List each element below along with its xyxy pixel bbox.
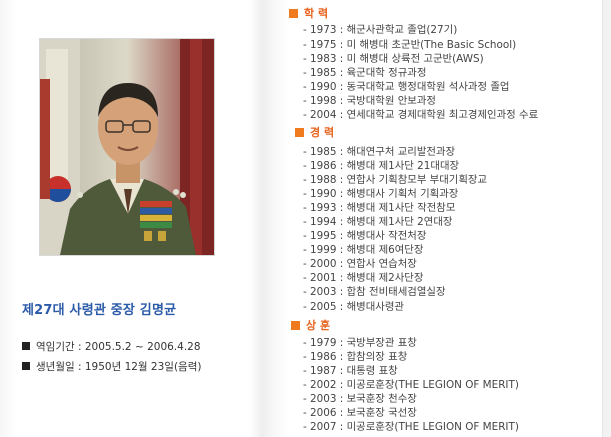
orange-square-icon [295, 128, 304, 137]
awards-heading-label: 상 훈 [306, 319, 331, 332]
list-item: - 1973 : 해군사관학교 졸업(27기) [303, 24, 458, 36]
list-item: - 1975 : 미 해병대 초군반(The Basic School) [303, 39, 517, 51]
list-item: - 2006 : 보국훈장 국선장 [303, 407, 417, 419]
list-item: - 1995 : 해병대사 작전처장 [303, 230, 427, 242]
awards-heading: 상 훈 [291, 317, 330, 333]
career-heading: 경 력 [295, 124, 334, 140]
orange-square-icon [291, 321, 300, 330]
list-item: - 2000 : 연합사 연습처장 [303, 258, 417, 270]
tenure-line: 역임기간 : 2005.5.2 ~ 2006.4.28 [22, 339, 201, 354]
list-item: - 1990 : 동국대학교 행정대학원 석사과정 졸업 [303, 81, 510, 93]
list-item: - 2005 : 해병대사령관 [303, 301, 404, 313]
list-item: - 2003 : 보국훈장 천수장 [303, 393, 417, 405]
orange-square-icon [289, 9, 298, 18]
list-item: - 1983 : 미 해병대 상륙전 고군반(AWS) [303, 53, 484, 65]
list-item: - 1993 : 해병대 제1사단 작전참모 [303, 202, 456, 214]
list-item: - 1990 : 해병대사 기획처 기획과장 [303, 188, 459, 200]
education-heading-label: 학 력 [304, 7, 329, 20]
list-item: - 1994 : 해병대 제1사단 2연대장 [303, 216, 453, 228]
bullet-square-icon [22, 362, 30, 370]
list-item: - 1986 : 합참의장 표창 [303, 351, 408, 363]
bullet-square-icon [22, 342, 30, 350]
list-item: - 1987 : 대통령 표창 [303, 365, 398, 377]
list-item: - 1999 : 해병대 제6여단장 [303, 244, 424, 256]
education-heading: 학 력 [289, 5, 328, 21]
list-item: - 2003 : 합참 전비태세검열실장 [303, 286, 446, 298]
list-item: - 1985 : 육군대학 정규과정 [303, 67, 427, 79]
list-item: - 1998 : 국방대학원 안보과정 [303, 95, 436, 107]
birth-text: 생년월일 : 1950년 12월 23일(음력) [36, 361, 202, 373]
list-item: - 2004 : 연세대학교 경제대학원 최고경제인과정 수료 [303, 109, 539, 121]
page: 제27대 사령관 중장 김명균 역임기간 : 2005.5.2 ~ 2006.4… [0, 0, 611, 437]
list-item: - 2007 : 미공로훈장(THE LEGION OF MERIT) [303, 421, 519, 433]
list-item: - 1986 : 해병대 제1사단 21대대장 [303, 160, 460, 172]
birth-line: 생년월일 : 1950년 12월 23일(음력) [22, 359, 201, 374]
scrollbar[interactable] [602, 0, 611, 437]
tenure-text: 역임기간 : 2005.5.2 ~ 2006.4.28 [36, 341, 201, 353]
list-item: - 1985 : 해대연구처 교리발전과장 [303, 146, 456, 158]
list-item: - 1988 : 연합사 기획참모부 부대기획장교 [303, 174, 488, 186]
list-item: - 1979 : 국방부장관 표창 [303, 337, 417, 349]
career-heading-label: 경 력 [310, 126, 335, 139]
portrait-photo [39, 38, 215, 256]
commander-title: 제27대 사령관 중장 김명균 [22, 303, 177, 318]
list-item: - 2002 : 미공로훈장(THE LEGION OF MERIT) [303, 379, 519, 391]
list-item: - 2001 : 해병대 제2사단장 [303, 272, 424, 284]
